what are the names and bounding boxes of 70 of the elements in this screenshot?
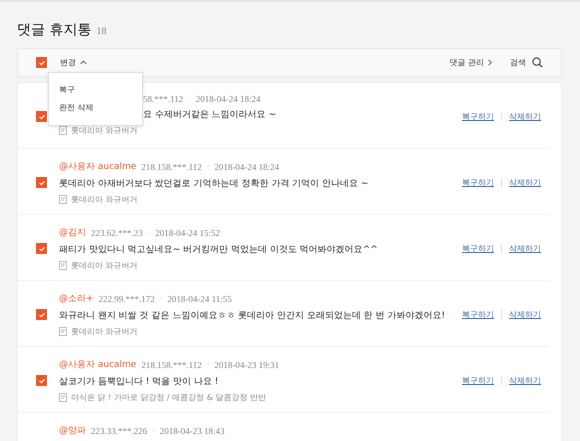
comment-text: 요 수제버거같은 느낌이라서요 ~ bbox=[143, 109, 278, 121]
checkmark-icon bbox=[38, 178, 46, 186]
change-dropdown-button[interactable]: 변경 bbox=[60, 57, 87, 68]
restore-link[interactable]: 복구하기 bbox=[462, 375, 494, 386]
checkmark-icon bbox=[38, 244, 46, 252]
comment-date: 2018-04-24 18:24 bbox=[196, 94, 260, 104]
ip-address: 223.33.***.226 bbox=[91, 426, 148, 436]
comment-date: 2018-04-23 19:31 bbox=[214, 360, 280, 370]
restore-link[interactable]: 복구하기 bbox=[462, 177, 494, 188]
comment-date: 2018-04-24 15:52 bbox=[155, 228, 220, 238]
comment-checkbox[interactable] bbox=[36, 243, 47, 254]
comment-text: 패티가 맛있다니 먹고싶네요~ 버거킹꺼만 먹었는데 이것도 먹어봐야겠어요^^ bbox=[59, 244, 379, 256]
caret-icon bbox=[80, 60, 87, 65]
separator-dot: · bbox=[188, 94, 191, 104]
ip-address: 218.158.***.112 bbox=[141, 360, 202, 370]
separator-dot: · bbox=[152, 426, 155, 435]
checkmark-icon bbox=[38, 112, 46, 120]
author-name[interactable]: @소라+ bbox=[59, 292, 94, 305]
checkmark-icon bbox=[38, 310, 46, 318]
document-icon bbox=[59, 393, 67, 402]
checkmark-icon bbox=[38, 376, 46, 384]
comment-manage-link[interactable]: 댓글 관리 bbox=[449, 57, 492, 68]
ip-address: 223.62.***.23 bbox=[91, 228, 143, 238]
comment-checkbox[interactable] bbox=[36, 177, 47, 188]
ip-address: 218.158.***.112 bbox=[141, 162, 202, 172]
post-title[interactable]: 야식은 닭 ! 가마로 닭강정 / 매콤강정 & 달콤강정 반반 bbox=[71, 392, 266, 403]
author-name[interactable]: @사용자 aucalme bbox=[59, 358, 136, 371]
document-icon bbox=[59, 195, 67, 204]
post-title[interactable]: 롯데리아 와규버거 bbox=[71, 194, 138, 205]
comment-checkbox[interactable] bbox=[36, 375, 47, 386]
document-icon bbox=[59, 261, 67, 270]
comment-text: 살코기가 듬뿍입니다 ! 먹을 맛이 나요 ! bbox=[59, 376, 220, 388]
post-title[interactable]: 롯데리아 와규버거 bbox=[71, 326, 138, 337]
search-button[interactable]: 검색 bbox=[510, 57, 543, 68]
delete-link[interactable]: 삭제하기 bbox=[509, 375, 541, 386]
separator-dot: · bbox=[206, 162, 210, 171]
document-icon bbox=[59, 126, 67, 135]
comment-date: 2018-04-24 11:55 bbox=[167, 294, 232, 304]
author-name[interactable]: @김지 bbox=[59, 226, 86, 239]
select-all-checkbox[interactable] bbox=[36, 57, 47, 68]
delete-link[interactable]: 삭제하기 bbox=[509, 111, 541, 122]
separator-dot: · bbox=[160, 294, 162, 303]
separator-dot: · bbox=[206, 360, 210, 369]
author-name[interactable]: @양파 bbox=[59, 424, 86, 437]
separator-dot: · bbox=[148, 228, 150, 237]
comment-date: 2018-04-23 18:43 bbox=[160, 426, 225, 436]
document-icon bbox=[59, 327, 67, 336]
search-icon bbox=[532, 57, 543, 68]
delete-link[interactable]: 삭제하기 bbox=[509, 243, 541, 254]
menu-item[interactable]: 완전 삭제 bbox=[49, 100, 142, 118]
post-title[interactable]: 롯데리아 와규버거 bbox=[71, 125, 138, 136]
comment-date: 2018-04-24 18:24 bbox=[214, 162, 280, 172]
comment-text: 롯데리아 아재버거보다 쌌던걸로 기억하는데 정확한 가격 기억이 안나네요 ~ bbox=[59, 178, 370, 190]
comment-count: 18 bbox=[96, 26, 106, 37]
checkmark-icon bbox=[38, 58, 46, 66]
author-name[interactable]: @사용자 aucalme bbox=[59, 160, 136, 173]
restore-link[interactable]: 복구하기 bbox=[462, 243, 494, 254]
comment-checkbox[interactable] bbox=[36, 111, 47, 122]
page-title: 댓글 휴지통 bbox=[17, 21, 92, 39]
ip-address: 222.99.***.172 bbox=[98, 294, 155, 304]
delete-link[interactable]: 삭제하기 bbox=[509, 309, 541, 320]
menu-item[interactable]: 복구 bbox=[49, 82, 142, 100]
post-title[interactable]: 롯데리아 와규버거 bbox=[71, 260, 138, 271]
restore-link[interactable]: 복구하기 bbox=[462, 111, 494, 122]
delete-link[interactable]: 삭제하기 bbox=[509, 177, 541, 188]
chevron-right-icon bbox=[488, 59, 492, 66]
ip-address: 58.***.112 bbox=[143, 94, 184, 104]
restore-link[interactable]: 복구하기 bbox=[462, 309, 494, 320]
comment-checkbox[interactable] bbox=[36, 309, 47, 320]
comment-text: 와규라니 왠지 비쌀 것 같은 느낌이예요ㅎㅎ 롯데리아 안간지 오래되었는데 한 번 가봐야겠어요! bbox=[59, 310, 446, 322]
